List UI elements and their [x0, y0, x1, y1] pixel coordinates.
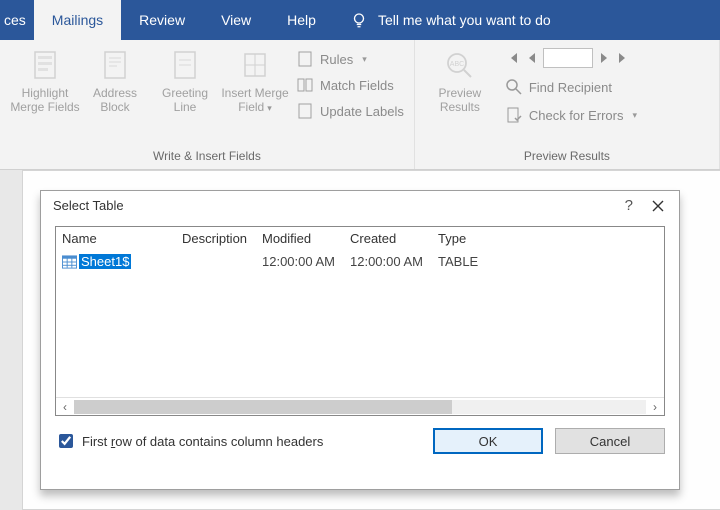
- dialog-titlebar: Select Table ?: [41, 191, 679, 220]
- table-icon: [62, 255, 77, 269]
- match-icon: [296, 76, 314, 94]
- scroll-thumb[interactable]: [74, 400, 452, 414]
- document-icon: [296, 102, 314, 120]
- document-check-icon: [505, 106, 523, 124]
- magnifier-icon: ABC: [444, 50, 476, 82]
- tab-review[interactable]: Review: [121, 0, 203, 40]
- col-type[interactable]: Type: [432, 227, 502, 250]
- svg-text:ABC: ABC: [450, 61, 464, 68]
- chevron-down-icon: ▾: [632, 110, 637, 121]
- scroll-left-button[interactable]: ‹: [56, 400, 74, 414]
- document-icon: [296, 50, 314, 68]
- group-preview-results: ABC Preview Results Find Recipient C: [415, 40, 720, 169]
- match-fields-button[interactable]: Match Fields: [296, 76, 404, 94]
- document-highlight-icon: [31, 50, 59, 82]
- table-name: Sheet1$: [79, 254, 131, 269]
- cancel-button[interactable]: Cancel: [555, 428, 665, 454]
- tab-mailings[interactable]: Mailings: [34, 0, 121, 40]
- group-label: Preview Results: [425, 149, 709, 163]
- table-desc: [176, 258, 256, 266]
- update-labels-button[interactable]: Update Labels: [296, 102, 404, 120]
- table-modified: 12:00:00 AM: [256, 250, 344, 273]
- check-errors-button[interactable]: Check for Errors▾: [505, 106, 637, 124]
- search-tell-me[interactable]: Tell me what you want to do: [334, 0, 551, 40]
- first-row-headers-label: First row of data contains column header…: [82, 434, 323, 449]
- select-table-dialog: Select Table ? Name Description Modified…: [40, 190, 680, 490]
- col-created[interactable]: Created: [344, 227, 432, 250]
- col-name[interactable]: Name: [56, 227, 176, 250]
- scroll-right-button[interactable]: ›: [646, 400, 664, 414]
- scroll-track[interactable]: [74, 400, 646, 414]
- document-icon: [101, 50, 129, 82]
- table-header: Name Description Modified Created Type: [56, 227, 664, 250]
- table-row[interactable]: Sheet1$ 12:00:00 AM 12:00:00 AM TABLE: [56, 250, 664, 273]
- ribbon: Highlight Merge Fields Address Block Gre…: [0, 40, 720, 170]
- table-list: Name Description Modified Created Type S…: [55, 226, 665, 416]
- group-label: Write & Insert Fields: [10, 149, 404, 163]
- col-description[interactable]: Description: [176, 227, 256, 250]
- first-record-button[interactable]: [505, 50, 521, 66]
- tab-truncated[interactable]: ces: [0, 0, 34, 40]
- ok-button[interactable]: OK: [433, 428, 543, 454]
- record-number-input[interactable]: [543, 48, 593, 68]
- table-type: TABLE: [432, 250, 502, 273]
- last-record-button[interactable]: [615, 50, 631, 66]
- chevron-down-icon: ▾: [267, 103, 272, 113]
- preview-results-button[interactable]: ABC Preview Results: [425, 46, 495, 124]
- lightbulb-icon: [350, 11, 368, 29]
- group-write-insert: Highlight Merge Fields Address Block Gre…: [0, 40, 415, 169]
- grid-icon: [241, 50, 269, 82]
- rules-button[interactable]: Rules▾: [296, 50, 404, 68]
- first-row-headers-input[interactable]: [59, 434, 73, 448]
- close-icon: [651, 199, 665, 213]
- document-icon: [171, 50, 199, 82]
- address-block-button[interactable]: Address Block: [80, 46, 150, 120]
- tell-me-label: Tell me what you want to do: [378, 12, 551, 28]
- greeting-line-button[interactable]: Greeting Line: [150, 46, 220, 120]
- col-modified[interactable]: Modified: [256, 227, 344, 250]
- ribbon-tabs: ces Mailings Review View Help Tell me wh…: [0, 0, 720, 40]
- close-button[interactable]: [649, 199, 667, 213]
- search-icon: [505, 78, 523, 96]
- chevron-down-icon: ▾: [362, 54, 367, 65]
- next-record-button[interactable]: [597, 50, 611, 66]
- prev-record-button[interactable]: [525, 50, 539, 66]
- tab-help[interactable]: Help: [269, 0, 334, 40]
- dialog-title: Select Table: [53, 198, 124, 213]
- first-row-headers-checkbox[interactable]: First row of data contains column header…: [55, 431, 323, 451]
- find-recipient-button[interactable]: Find Recipient: [505, 78, 637, 96]
- tab-view[interactable]: View: [203, 0, 269, 40]
- horizontal-scrollbar[interactable]: ‹ ›: [56, 397, 664, 415]
- help-button[interactable]: ?: [609, 197, 649, 214]
- insert-merge-field-button[interactable]: Insert Merge Field▾: [220, 46, 290, 120]
- table-created: 12:00:00 AM: [344, 250, 432, 273]
- highlight-merge-fields-button[interactable]: Highlight Merge Fields: [10, 46, 80, 120]
- record-navigation: [505, 48, 637, 68]
